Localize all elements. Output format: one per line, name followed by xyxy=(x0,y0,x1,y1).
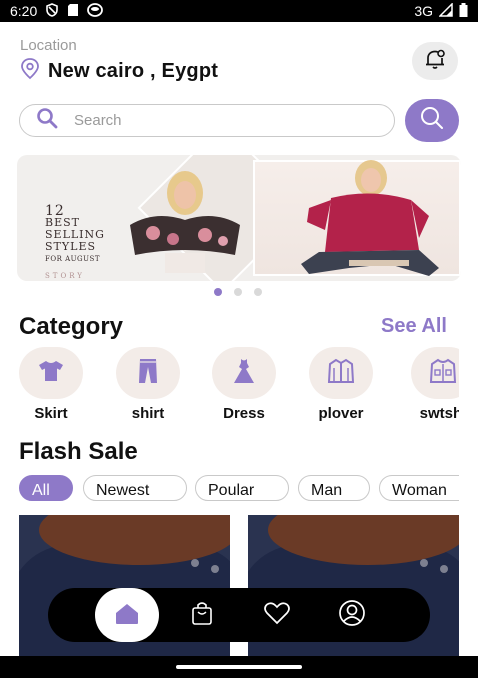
banner-model-image-right xyxy=(301,160,439,276)
pants-icon xyxy=(137,358,159,389)
sync-icon xyxy=(87,2,104,20)
category-item-sweatshirt[interactable]: swtshi xyxy=(411,347,459,422)
carousel-dot[interactable] xyxy=(214,288,222,296)
category-icon-circle xyxy=(212,347,276,399)
banner-line-4: STYLES xyxy=(45,240,97,253)
location-selector[interactable]: New cairo , Eygpt xyxy=(20,58,218,85)
product-image-detail xyxy=(440,565,448,573)
banner-brand: STORY xyxy=(45,272,85,280)
sd-card-icon xyxy=(67,3,79,20)
home-icon xyxy=(113,601,141,630)
network-type: 3G xyxy=(414,3,433,19)
category-item-skirt[interactable]: Skirt xyxy=(19,347,83,422)
bell-icon xyxy=(423,47,447,76)
flash-sale-title: Flash Sale xyxy=(19,438,138,465)
search-icon xyxy=(36,107,58,134)
home-gesture-handle[interactable] xyxy=(176,665,302,669)
search-button[interactable] xyxy=(405,99,459,142)
filter-chip-man[interactable]: Man xyxy=(298,475,370,501)
search-field[interactable] xyxy=(19,104,395,137)
filter-chip-newest[interactable]: Newest xyxy=(83,475,187,501)
category-icon-circle xyxy=(411,347,459,399)
category-label: swtshi xyxy=(419,405,459,422)
promo-banner[interactable]: 12 BEST SELLING STYLES FOR AUGUST STORY xyxy=(17,155,461,281)
nav-favorites-button[interactable] xyxy=(262,600,292,630)
profile-icon xyxy=(338,599,366,632)
carousel-indicator xyxy=(214,288,262,296)
location-label: Location xyxy=(20,37,77,54)
location-value: New cairo , Eygpt xyxy=(48,60,219,82)
search-input[interactable] xyxy=(74,112,354,129)
banner-model-image-left xyxy=(130,171,240,273)
category-label: shirt xyxy=(131,405,165,422)
status-bar: 6:20 3G xyxy=(0,0,478,22)
filter-chip-popular[interactable]: Poular xyxy=(195,475,289,501)
search-icon xyxy=(419,105,445,136)
sweatshirt-icon xyxy=(429,358,457,389)
notification-button[interactable] xyxy=(412,42,458,80)
product-image-detail xyxy=(420,559,428,567)
category-item-shirt[interactable]: shirt xyxy=(116,347,180,422)
carousel-dot[interactable] xyxy=(254,288,262,296)
product-image-detail xyxy=(191,559,199,567)
banner-line-5: FOR AUGUST xyxy=(45,255,101,263)
see-all-link[interactable]: See All xyxy=(381,315,447,338)
banner-headline: 12 BEST SELLING STYLES FOR AUGUST STORY xyxy=(45,204,105,281)
category-icon-circle xyxy=(116,347,180,399)
dress-icon xyxy=(232,358,256,389)
carousel-dot[interactable] xyxy=(234,288,242,296)
nav-cart-button[interactable] xyxy=(187,600,217,630)
tshirt-icon xyxy=(37,359,65,388)
category-icon-circle xyxy=(309,347,373,399)
signal-icon xyxy=(438,1,453,20)
category-item-plover[interactable]: plover xyxy=(309,347,373,422)
nav-profile-button[interactable] xyxy=(337,599,367,632)
filter-chip-woman[interactable]: Woman xyxy=(379,475,459,501)
product-image-detail xyxy=(211,565,219,573)
category-title: Category xyxy=(19,313,124,340)
filter-chips: All Newest Poular Man Woman xyxy=(19,475,459,501)
status-time: 6:20 xyxy=(10,3,38,19)
location-pin-icon xyxy=(20,58,40,85)
category-icon-circle xyxy=(19,347,83,399)
jacket-icon xyxy=(327,358,355,389)
bag-icon xyxy=(190,600,214,631)
category-label: Skirt xyxy=(34,405,68,422)
heart-icon xyxy=(263,601,291,630)
nav-home-button[interactable] xyxy=(95,588,159,642)
dnd-icon xyxy=(45,2,59,20)
category-list: Skirt shirt Dress plover swtsh xyxy=(19,347,459,427)
battery-icon xyxy=(459,2,468,20)
filter-chip-all[interactable]: All xyxy=(19,475,73,501)
category-label: plover xyxy=(318,405,364,422)
category-item-dress[interactable]: Dress xyxy=(212,347,276,422)
category-label: Dress xyxy=(223,405,265,422)
